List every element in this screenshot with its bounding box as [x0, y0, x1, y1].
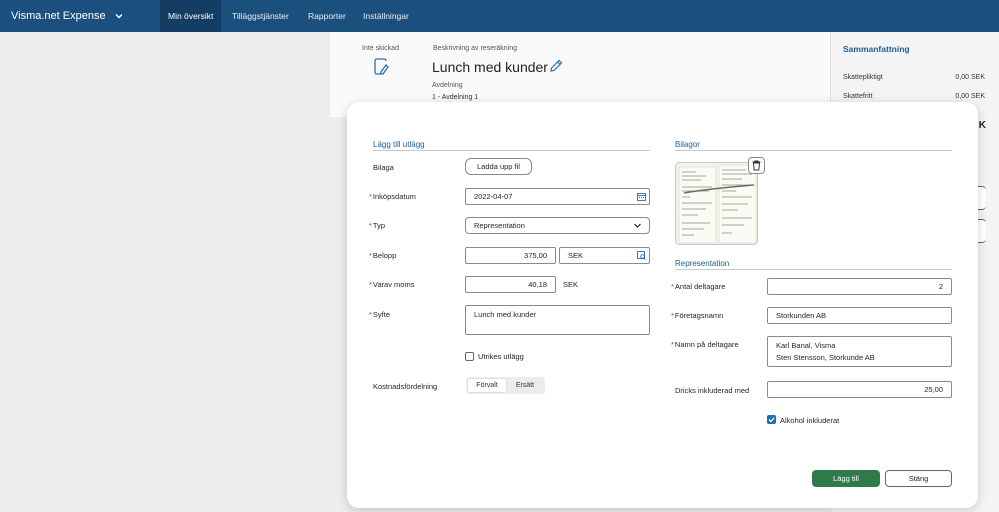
nav-item-rapporter[interactable]: Rapporter: [300, 0, 354, 32]
foreign-expense-checkbox[interactable]: [465, 352, 474, 361]
alcohol-label: Alkohol inkluderat: [780, 416, 840, 425]
upload-file-button[interactable]: Ladda upp fil: [465, 158, 532, 175]
summary-row-label: Skattepliktigt: [843, 74, 883, 81]
add-button[interactable]: Lägg till: [812, 470, 880, 487]
attachment-label: Bilaga: [373, 163, 394, 172]
add-expense-modal: [347, 102, 978, 508]
cost-distribution-option-ersatt[interactable]: Ersätt: [507, 379, 543, 392]
purpose-label: Syfte: [372, 310, 391, 319]
company-name-label: Företagsnamn: [674, 311, 724, 320]
type-label: Typ: [372, 221, 386, 230]
participants-label: Antal deltagare: [674, 282, 726, 291]
summary-total: K: [978, 120, 986, 131]
receipt-thumbnail[interactable]: [675, 162, 758, 245]
representation-section-title: Representation: [675, 259, 730, 268]
report-status: Inte skickad: [362, 45, 399, 52]
chevron-down-icon[interactable]: [114, 11, 124, 21]
nav-item-min-oversikt[interactable]: Min översikt: [160, 0, 222, 32]
company-name-input[interactable]: Storkunden AB: [767, 307, 952, 324]
summary-row-label: Skattefritt: [843, 93, 873, 100]
report-title: Lunch med kunder: [432, 59, 548, 75]
receipt-image: [676, 163, 757, 244]
checkmark-icon: [768, 417, 775, 423]
amount-label: Belopp: [372, 251, 397, 260]
type-select[interactable]: Representation: [465, 217, 650, 234]
draft-document-icon: [374, 58, 389, 75]
nav-item-installningar[interactable]: Inställningar: [355, 0, 417, 32]
alcohol-checkbox[interactable]: [767, 415, 776, 424]
department-label: Avdelning: [432, 82, 463, 89]
department-value: 1 - Avdelning 1: [432, 94, 479, 101]
amount-input[interactable]: 375,00: [465, 247, 556, 264]
report-description-label: Beskrivning av reseräkning: [433, 45, 518, 52]
chevron-down-icon[interactable]: [633, 221, 642, 230]
close-button[interactable]: Stäng: [885, 470, 952, 487]
nav-item-tillaggstjanster[interactable]: Tilläggstjänster: [224, 0, 297, 32]
purpose-textarea[interactable]: Lunch med kunder: [465, 305, 650, 335]
tip-label: Dricks inkluderad med: [675, 386, 750, 395]
vat-unit: SEK: [563, 280, 579, 289]
tip-input[interactable]: 25,00: [767, 381, 952, 398]
app-title[interactable]: Visma.net Expense: [11, 0, 106, 32]
currency-lookup-icon[interactable]: [637, 251, 646, 260]
participant-names-textarea[interactable]: Karl Banal, Visma Sten Stensson, Storkun…: [767, 336, 952, 367]
participants-input[interactable]: 2: [767, 278, 952, 295]
section-divider: [675, 269, 952, 270]
section-divider: [675, 150, 952, 151]
foreign-expense-label: Utrikes utlägg: [478, 352, 524, 361]
cost-distribution-label: Kostnadsfördelning: [373, 382, 438, 391]
cost-distribution-option-forvalt[interactable]: Förvalt: [468, 379, 506, 392]
participant-name-line: Karl Banal, Visma: [776, 341, 836, 350]
delete-attachment-button[interactable]: [748, 157, 765, 174]
vat-input[interactable]: 40,18: [465, 276, 556, 293]
calendar-icon[interactable]: [637, 192, 646, 201]
top-navigation-bar: Visma.net Expense Min översikt Tilläggst…: [0, 0, 999, 32]
summary-row-value: 0,00 SEK: [955, 93, 985, 100]
pencil-icon[interactable]: [549, 59, 563, 73]
summary-title: Sammanfattning: [843, 44, 910, 54]
section-divider: [373, 150, 650, 151]
summary-row-value: 0,00 SEK: [955, 74, 985, 81]
vat-label: Varav moms: [372, 280, 415, 289]
add-expense-section-title: Lägg till utlägg: [373, 140, 425, 149]
trash-icon: [752, 160, 761, 171]
purchase-date-label: Inköpsdatum: [372, 192, 416, 201]
participant-names-label: Namn på deltagare: [674, 340, 739, 349]
participant-name-line: Sten Stensson, Storkunde AB: [776, 353, 875, 362]
purchase-date-input[interactable]: 2022-04-07: [465, 188, 650, 205]
attachments-section-title: Bilagor: [675, 140, 700, 149]
cost-distribution-toggle: Förvalt Ersätt: [466, 377, 545, 394]
